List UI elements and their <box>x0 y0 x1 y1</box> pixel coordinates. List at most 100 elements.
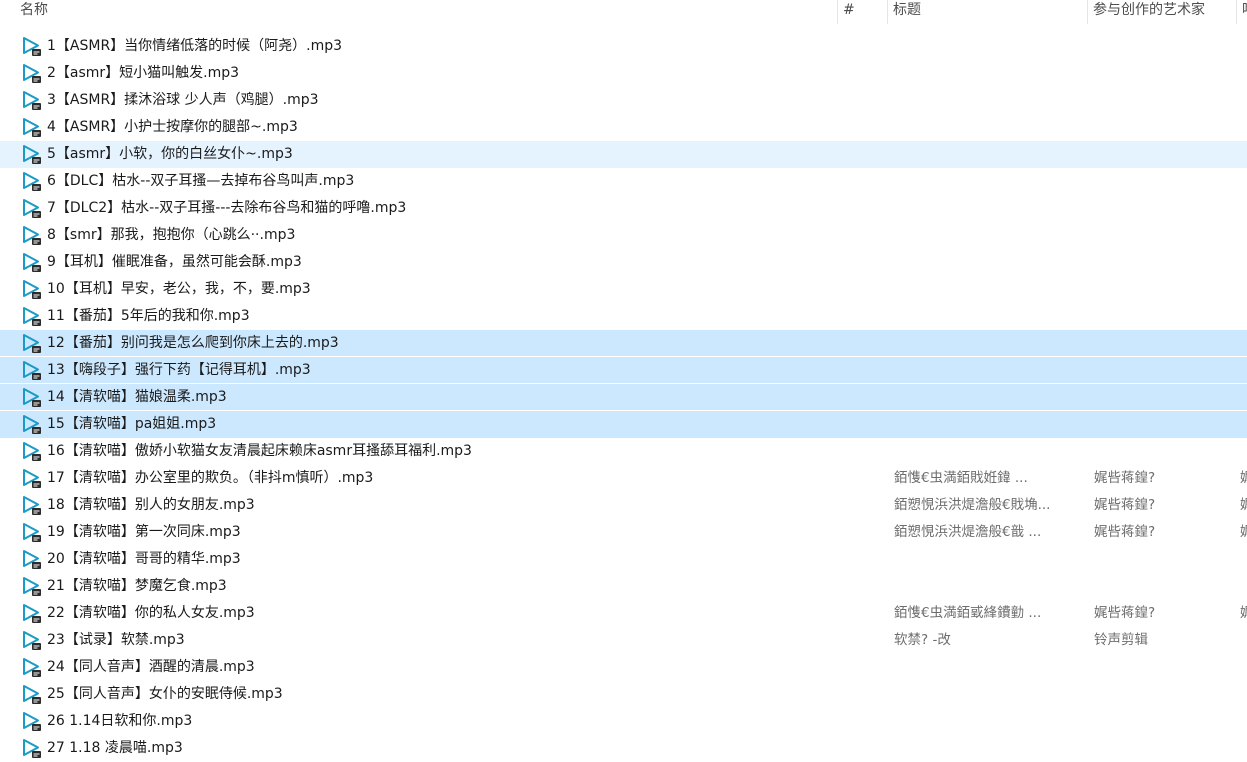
file-row[interactable]: 17【清软喵】办公室里的欺负。（非抖m慎听）.mp3 銆愯€虫満銆戝姙鍏 ...… <box>0 465 1247 492</box>
mp3-media-file-icon <box>23 712 41 731</box>
file-extra: 娓 <box>1240 524 1247 540</box>
file-artist: 娓呰蒋鍠? <box>1094 470 1156 486</box>
mp3-media-file-icon <box>23 307 41 326</box>
mp3-media-file-icon <box>23 739 41 758</box>
file-artist: 铃声剪辑 <box>1094 632 1148 648</box>
column-artists[interactable]: 参与创作的艺术家 <box>1087 0 1232 24</box>
column-extra[interactable]: 唱 <box>1236 0 1247 24</box>
file-name: 2【asmr】短小猫叫触发.mp3 <box>47 65 240 81</box>
file-row[interactable]: 5【asmr】小软，你的白丝女仆~.mp3 <box>0 141 1247 168</box>
file-row[interactable]: 24【同人音声】酒醒的清晨.mp3 <box>0 654 1247 681</box>
file-name: 25【同人音声】女仆的安眠侍候.mp3 <box>47 686 283 702</box>
file-row[interactable]: 11【番茄】5年后的我和你.mp3 <box>0 303 1247 330</box>
mp3-media-file-icon <box>23 496 41 515</box>
file-name: 7【DLC2】枯水--双子耳搔---去除布谷鸟和猫的呼噜.mp3 <box>47 200 407 216</box>
mp3-media-file-icon <box>23 334 41 353</box>
file-extra: 娓 <box>1240 605 1247 621</box>
file-name: 13【嗨段子】强行下药【记得耳机】.mp3 <box>47 362 311 378</box>
file-name: 16【清软喵】傲娇小软猫女友清晨起床赖床asmr耳搔舔耳福利.mp3 <box>47 443 472 459</box>
mp3-media-file-icon <box>23 631 41 650</box>
mp3-media-file-icon <box>23 685 41 704</box>
file-name: 20【清软喵】哥哥的精华.mp3 <box>47 551 241 567</box>
file-name: 8【smr】那我，抱抱你（心跳么··.mp3 <box>47 227 296 243</box>
mp3-media-file-icon <box>23 226 41 245</box>
column-name[interactable]: 名称 <box>15 0 835 24</box>
column-title[interactable]: 标题 <box>887 0 1084 24</box>
file-name: 23【试录】软禁.mp3 <box>47 632 185 648</box>
mp3-media-file-icon <box>23 388 41 407</box>
file-name: 12【番茄】别问我是怎么爬到你床上去的.mp3 <box>47 335 339 351</box>
mp3-media-file-icon <box>23 550 41 569</box>
file-row[interactable]: 27 1.18 凌晨喵.mp3 <box>0 735 1247 762</box>
mp3-media-file-icon <box>23 415 41 434</box>
file-row[interactable]: 23【试录】软禁.mp3 软禁? -改 铃声剪辑 <box>0 627 1247 654</box>
file-row[interactable]: 19【清软喵】第一次同床.mp3 銆愬悓浜洪煶澹般€戠 ... 娓呰蒋鍠? 娓 <box>0 519 1247 546</box>
file-row[interactable]: 3【ASMR】揉沐浴球 少人声（鸡腿）.mp3 <box>0 87 1247 114</box>
file-artist: 娓呰蒋鍠? <box>1094 524 1156 540</box>
file-name: 24【同人音声】酒醒的清晨.mp3 <box>47 659 255 675</box>
file-row[interactable]: 7【DLC2】枯水--双子耳搔---去除布谷鸟和猫的呼噜.mp3 <box>0 195 1247 222</box>
file-name: 11【番茄】5年后的我和你.mp3 <box>47 308 250 324</box>
file-row[interactable]: 16【清软喵】傲娇小软猫女友清晨起床赖床asmr耳搔舔耳福利.mp3 <box>0 438 1247 465</box>
mp3-media-file-icon <box>23 604 41 623</box>
file-title: 软禁? -改 <box>894 632 951 648</box>
file-row[interactable]: 4【ASMR】小护士按摩你的腿部~.mp3 <box>0 114 1247 141</box>
file-row[interactable]: 6【DLC】枯水--双子耳搔—去掉布谷鸟叫声.mp3 <box>0 168 1247 195</box>
file-artist: 娓呰蒋鍠? <box>1094 605 1156 621</box>
file-title: 銆愯€虫満銆戜綘鐨勭 ... <box>894 605 1042 621</box>
mp3-media-file-icon <box>23 91 41 110</box>
file-row[interactable]: 10【耳机】早安，老公，我，不，要.mp3 <box>0 276 1247 303</box>
file-row[interactable]: 21【清软喵】梦魔乞食.mp3 <box>0 573 1247 600</box>
file-title: 銆愯€虫満銆戝姙鍏 ... <box>894 470 1028 486</box>
file-name: 6【DLC】枯水--双子耳搔—去掉布谷鸟叫声.mp3 <box>47 173 355 189</box>
mp3-media-file-icon <box>23 37 41 56</box>
column-header: 名称 # 标题 参与创作的艺术家 唱 <box>0 0 1247 24</box>
file-row[interactable]: 18【清软喵】别人的女朋友.mp3 銆愬悓浜洪煶澹般€戝埆... 娓呰蒋鍠? 娓 <box>0 492 1247 519</box>
file-row[interactable]: 12【番茄】别问我是怎么爬到你床上去的.mp3 <box>0 330 1247 357</box>
file-name: 18【清软喵】别人的女朋友.mp3 <box>47 497 255 513</box>
file-row[interactable]: 8【smr】那我，抱抱你（心跳么··.mp3 <box>0 222 1247 249</box>
file-row[interactable]: 22【清软喵】你的私人女友.mp3 銆愯€虫満銆戜綘鐨勭 ... 娓呰蒋鍠? 娓 <box>0 600 1247 627</box>
mp3-media-file-icon <box>23 280 41 299</box>
mp3-media-file-icon <box>23 658 41 677</box>
file-row[interactable]: 14【清软喵】猫娘温柔.mp3 <box>0 384 1247 411</box>
file-artist: 娓呰蒋鍠? <box>1094 497 1156 513</box>
file-extra: 娓 <box>1240 470 1247 486</box>
mp3-media-file-icon <box>23 64 41 83</box>
file-title: 銆愬悓浜洪煶澹般€戝埆... <box>894 497 1051 513</box>
file-name: 9【耳机】催眠准备，虽然可能会酥.mp3 <box>47 254 302 270</box>
file-name: 15【清软喵】pa姐姐.mp3 <box>47 416 217 432</box>
mp3-media-file-icon <box>23 253 41 272</box>
file-row[interactable]: 9【耳机】催眠准备，虽然可能会酥.mp3 <box>0 249 1247 276</box>
mp3-media-file-icon <box>23 199 41 218</box>
mp3-media-file-icon <box>23 523 41 542</box>
column-number[interactable]: # <box>837 0 885 24</box>
file-list: 1【ASMR】当你情绪低落的时候（阿尧）.mp3 2【asmr】短小猫叫触发.m… <box>0 33 1247 762</box>
file-name: 14【清软喵】猫娘温柔.mp3 <box>47 389 227 405</box>
file-row[interactable]: 20【清软喵】哥哥的精华.mp3 <box>0 546 1247 573</box>
mp3-media-file-icon <box>23 361 41 380</box>
mp3-media-file-icon <box>23 577 41 596</box>
file-row[interactable]: 1【ASMR】当你情绪低落的时候（阿尧）.mp3 <box>0 33 1247 60</box>
file-name: 4【ASMR】小护士按摩你的腿部~.mp3 <box>47 119 298 135</box>
file-row[interactable]: 13【嗨段子】强行下药【记得耳机】.mp3 <box>0 357 1247 384</box>
file-name: 22【清软喵】你的私人女友.mp3 <box>47 605 255 621</box>
file-name: 21【清软喵】梦魔乞食.mp3 <box>47 578 227 594</box>
mp3-media-file-icon <box>23 442 41 461</box>
file-name: 5【asmr】小软，你的白丝女仆~.mp3 <box>47 146 293 162</box>
mp3-media-file-icon <box>23 118 41 137</box>
file-row[interactable]: 25【同人音声】女仆的安眠侍候.mp3 <box>0 681 1247 708</box>
file-name: 19【清软喵】第一次同床.mp3 <box>47 524 241 540</box>
file-title: 銆愬悓浜洪煶澹般€戠 ... <box>894 524 1042 540</box>
file-name: 1【ASMR】当你情绪低落的时候（阿尧）.mp3 <box>47 38 343 54</box>
file-row[interactable]: 26 1.14日软和你.mp3 <box>0 708 1247 735</box>
mp3-media-file-icon <box>23 145 41 164</box>
mp3-media-file-icon <box>23 172 41 191</box>
file-name: 10【耳机】早安，老公，我，不，要.mp3 <box>47 281 311 297</box>
file-row[interactable]: 2【asmr】短小猫叫触发.mp3 <box>0 60 1247 87</box>
file-name: 26 1.14日软和你.mp3 <box>47 713 193 729</box>
file-name: 3【ASMR】揉沐浴球 少人声（鸡腿）.mp3 <box>47 92 319 108</box>
file-name: 17【清软喵】办公室里的欺负。（非抖m慎听）.mp3 <box>47 470 374 486</box>
file-name: 27 1.18 凌晨喵.mp3 <box>47 740 183 756</box>
file-row[interactable]: 15【清软喵】pa姐姐.mp3 <box>0 411 1247 438</box>
